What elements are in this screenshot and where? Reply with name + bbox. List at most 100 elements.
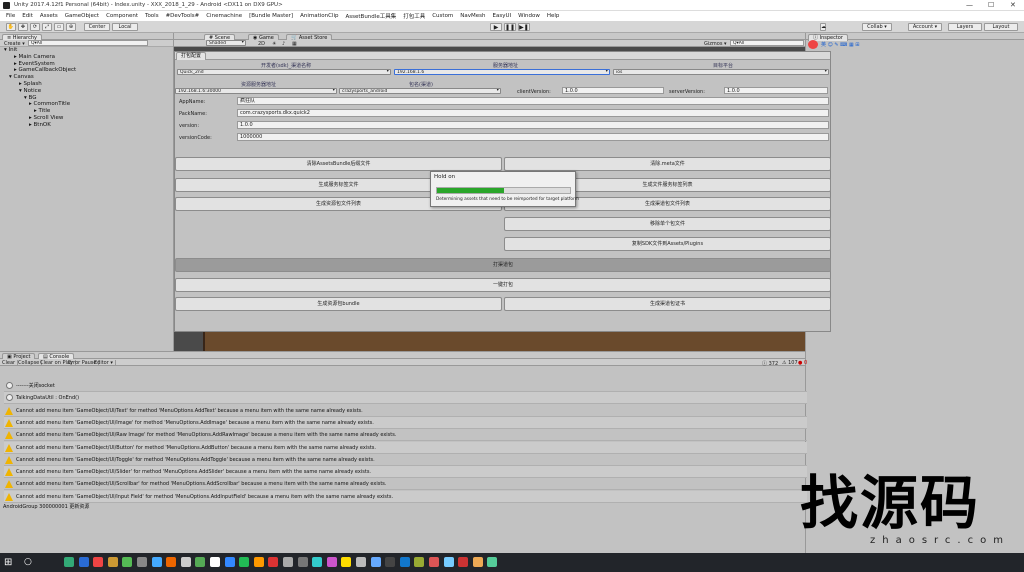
chinese-ime-icon[interactable]: 英 ☺ ✎ ⌨ ▦ ⊞: [821, 41, 859, 48]
menu-item[interactable]: AnimationClip: [300, 13, 338, 19]
console-toolbar-button[interactable]: Editor ▾: [94, 360, 116, 366]
taskbar-app-icon[interactable]: [414, 557, 425, 567]
windows-start-icon[interactable]: ⊞: [4, 557, 12, 568]
input-method-icon[interactable]: [808, 40, 818, 49]
taskbar-app-icon[interactable]: [297, 557, 308, 567]
gen-resource-bundle-button[interactable]: 生成资源包bundle: [175, 297, 502, 311]
taskbar-app-icon[interactable]: [370, 557, 381, 567]
build-field-input[interactable]: com.crazysports.dkx.quick2: [237, 109, 829, 117]
menu-item[interactable]: EasyUI: [493, 13, 512, 19]
clear-meta-button[interactable]: 清除.meta文件: [504, 157, 831, 171]
console-toolbar-button[interactable]: Clear: [2, 360, 19, 366]
light-icon[interactable]: ☀: [272, 41, 276, 47]
taskbar-app-icon[interactable]: [283, 557, 293, 567]
taskbar-app-icon[interactable]: [429, 557, 439, 567]
account-button[interactable]: Account ▾: [908, 23, 942, 31]
menu-item[interactable]: Component: [106, 13, 138, 19]
res-server-dropdown[interactable]: 192.168.1.6:30000: [175, 88, 337, 94]
taskbar-app-icon[interactable]: [151, 557, 162, 567]
taskbar-app-icon[interactable]: [487, 557, 498, 567]
taskbar-app-icon[interactable]: [78, 557, 89, 567]
menu-item[interactable]: 打包工具: [403, 12, 425, 20]
hierarchy-search-input[interactable]: Q▾All: [28, 40, 148, 46]
console-log-row[interactable]: -------关闭socket: [4, 380, 807, 392]
hierarchy-item[interactable]: ▸ Title: [34, 108, 50, 114]
menu-item[interactable]: Assets: [40, 13, 58, 19]
platform-dropdown[interactable]: ios: [613, 69, 829, 75]
taskbar-app-icon[interactable]: [93, 557, 104, 567]
tab-build-config[interactable]: 打包配置: [176, 52, 207, 60]
taskbar-app-icon[interactable]: [195, 557, 206, 567]
taskbar-app-icon[interactable]: [210, 557, 220, 567]
taskbar-app-icon[interactable]: [137, 557, 147, 567]
taskbar-app-icon[interactable]: [180, 557, 191, 567]
menu-item[interactable]: AssetBundle工具集: [346, 12, 397, 20]
gen-channel-cert-button[interactable]: 生成渠道包证书: [504, 297, 831, 311]
pivot-center-button[interactable]: Center: [84, 23, 110, 31]
menu-item[interactable]: #DevTools#: [166, 13, 200, 19]
taskbar-app-icon[interactable]: [122, 557, 133, 567]
info-count[interactable]: ⓘ 372: [762, 360, 778, 367]
console-log-row[interactable]: Cannot add menu item 'GameObject/UI/Imag…: [4, 416, 807, 429]
hierarchy-item[interactable]: ▸ CommonTitle: [29, 101, 70, 107]
rotate-tool-icon[interactable]: ⟳: [30, 23, 40, 31]
build-channel-package-button[interactable]: 打渠道包: [175, 258, 831, 272]
pause-icon[interactable]: ❚❚: [504, 23, 516, 31]
pivot-local-button[interactable]: Local: [112, 23, 138, 31]
menu-item[interactable]: File: [6, 13, 15, 19]
play-icon[interactable]: ▶: [490, 23, 502, 31]
hierarchy-item[interactable]: ▸ Splash: [19, 81, 42, 87]
cloud-icon[interactable]: ☁: [820, 23, 826, 31]
taskbar-app-icon[interactable]: [326, 557, 337, 567]
console-log-row[interactable]: TalkingDataUtil : OnEnd(): [4, 392, 807, 405]
copy-sdk-button[interactable]: 复制SDK文件到Assets/Plugins: [504, 237, 831, 251]
shading-mode-dropdown[interactable]: Shaded: [206, 40, 246, 46]
build-field-input[interactable]: 1000000: [237, 133, 829, 141]
hierarchy-item[interactable]: ▸ BtnOK: [29, 122, 51, 128]
menu-item[interactable]: [Bundle Master]: [249, 13, 293, 19]
hand-tool-icon[interactable]: ✋: [6, 23, 16, 31]
error-count[interactable]: ● 0: [798, 360, 807, 366]
menu-item[interactable]: GameObject: [65, 13, 99, 19]
step-icon[interactable]: ▶❚: [518, 23, 530, 31]
menu-item[interactable]: NavMesh: [460, 13, 485, 19]
console-log-row[interactable]: Cannot add menu item 'GameObject/UI/Raw …: [4, 429, 807, 442]
taskbar-app-icon[interactable]: [399, 557, 410, 567]
hierarchy-item[interactable]: ▾ Init: [4, 47, 17, 53]
menu-item[interactable]: Cinemachine: [206, 13, 242, 19]
collab-button[interactable]: Collab ▾: [862, 23, 892, 31]
server-version-field[interactable]: 1.0.0: [724, 87, 828, 94]
taskbar-app-icon[interactable]: [443, 557, 454, 567]
console-log-row[interactable]: Cannot add menu item 'GameObject/UI/Togg…: [4, 454, 807, 466]
layers-dropdown[interactable]: Layers: [948, 23, 982, 31]
one-click-build-button[interactable]: 一键打包: [175, 278, 831, 292]
taskbar-app-icon[interactable]: [64, 557, 74, 567]
taskbar-app-icon[interactable]: [253, 557, 264, 567]
package-channel-dropdown[interactable]: crazysports_android: [339, 88, 501, 94]
hierarchy-item[interactable]: ▾ BG: [24, 95, 36, 101]
maximize-icon[interactable]: ☐: [988, 1, 994, 9]
taskbar-app-icon[interactable]: [312, 557, 323, 567]
scale-tool-icon[interactable]: ⤢: [42, 23, 52, 31]
hierarchy-item[interactable]: ▸ GameCallbackObject: [14, 67, 76, 73]
taskbar-app-icon[interactable]: [472, 557, 483, 567]
menu-item[interactable]: Window: [518, 13, 540, 19]
client-version-field[interactable]: 1.0.0: [562, 87, 664, 94]
taskbar-app-icon[interactable]: [268, 557, 279, 567]
minimize-icon[interactable]: —: [966, 1, 973, 9]
2d-toggle[interactable]: 2D: [258, 41, 265, 47]
taskbar-app-icon[interactable]: [356, 557, 366, 567]
warning-count[interactable]: ⚠ 107: [782, 360, 798, 366]
menu-item[interactable]: Custom: [432, 13, 453, 19]
gizmos-dropdown[interactable]: Gizmos ▾: [704, 41, 727, 47]
search-icon[interactable]: ○: [24, 557, 32, 567]
server-address-dropdown[interactable]: 192.168.1.6: [394, 69, 610, 75]
taskbar-app-icon[interactable]: [458, 557, 469, 567]
effects-icon[interactable]: ▦: [292, 41, 297, 47]
console-toolbar-button[interactable]: Collapse: [18, 360, 43, 366]
taskbar-app-icon[interactable]: [341, 557, 352, 567]
remove-single-package-button[interactable]: 移除单个包文件: [504, 217, 831, 231]
channel-dropdown[interactable]: Quick_2nd: [177, 69, 391, 75]
transform-tool-icon[interactable]: ⊕: [66, 23, 76, 31]
console-log-row[interactable]: Cannot add menu item 'GameObject/UI/Scro…: [4, 478, 807, 491]
